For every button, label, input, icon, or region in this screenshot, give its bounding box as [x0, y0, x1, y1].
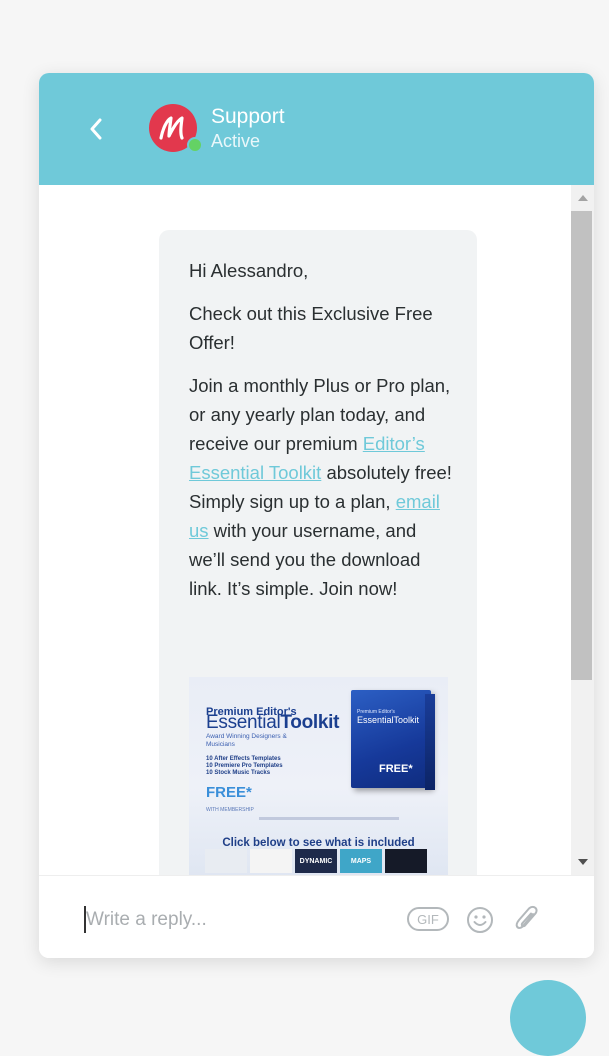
reply-input[interactable] [84, 904, 388, 936]
promo-title-b: Toolkit [280, 712, 340, 733]
offer-text: Check out this Exclusive Free Offer! [189, 303, 433, 353]
paperclip-icon [515, 905, 538, 929]
chat-header: Support Active [39, 73, 594, 185]
promo-feature-2: 10 Premiere Pro Templates [206, 763, 283, 769]
promo-free-sub: WITH MEMBERSHIP [206, 807, 254, 813]
chat-launcher-button[interactable] [510, 980, 586, 1056]
promo-image[interactable]: Premium Editor's EssentialToolkit Award … [189, 677, 448, 875]
scroll-down-arrow[interactable] [578, 859, 588, 865]
gif-button[interactable]: GIF [407, 907, 449, 931]
composer: GIF [39, 875, 594, 958]
agent-name: Support [211, 105, 285, 128]
chevron-left-icon [90, 118, 102, 140]
promo-tagline: Award Winning Designers & Musicians [206, 733, 287, 748]
product-box-line2: EssentialToolkit [357, 715, 420, 725]
promo-feature-3: 10 Stock Music Tracks [206, 770, 271, 776]
scrollbar[interactable] [571, 185, 594, 875]
message-list: Hi Alessandro, Check out this Exclusive … [39, 185, 594, 875]
chat-widget: Support Active Hi Alessandro, Check out … [39, 73, 594, 958]
promo-thumbnails: DYNAMIC MAPS [205, 849, 427, 873]
body-part-3: with your username, and we’ll send you t… [189, 520, 421, 599]
body-text: Join a monthly Plus or Pro plan, or any … [189, 371, 454, 603]
online-status-dot [187, 137, 203, 153]
promo-fineprint [259, 817, 399, 820]
product-box-side [425, 694, 435, 790]
product-box-free: FREE* [379, 763, 413, 775]
emoji-button[interactable] [466, 906, 494, 934]
smiley-icon [467, 907, 493, 933]
message-text: Hi Alessandro, Check out this Exclusive … [189, 256, 454, 617]
promo-thumb [250, 849, 292, 873]
message-bubble: Hi Alessandro, Check out this Exclusive … [159, 230, 477, 875]
scrollbar-thumb[interactable] [571, 211, 592, 680]
agent-status: Active [211, 131, 261, 151]
back-button[interactable] [83, 113, 109, 145]
promo-title-a: Essential [206, 712, 281, 733]
promo-thumb [205, 849, 247, 873]
promo-feature-1: 10 After Effects Templates [206, 756, 281, 762]
promo-thumb: DYNAMIC [295, 849, 337, 873]
attach-button[interactable] [513, 905, 541, 935]
promo-thumb [385, 849, 427, 873]
greeting-text: Hi Alessandro, [189, 260, 309, 281]
promo-thumb: MAPS [340, 849, 382, 873]
scroll-up-arrow[interactable] [578, 195, 588, 201]
